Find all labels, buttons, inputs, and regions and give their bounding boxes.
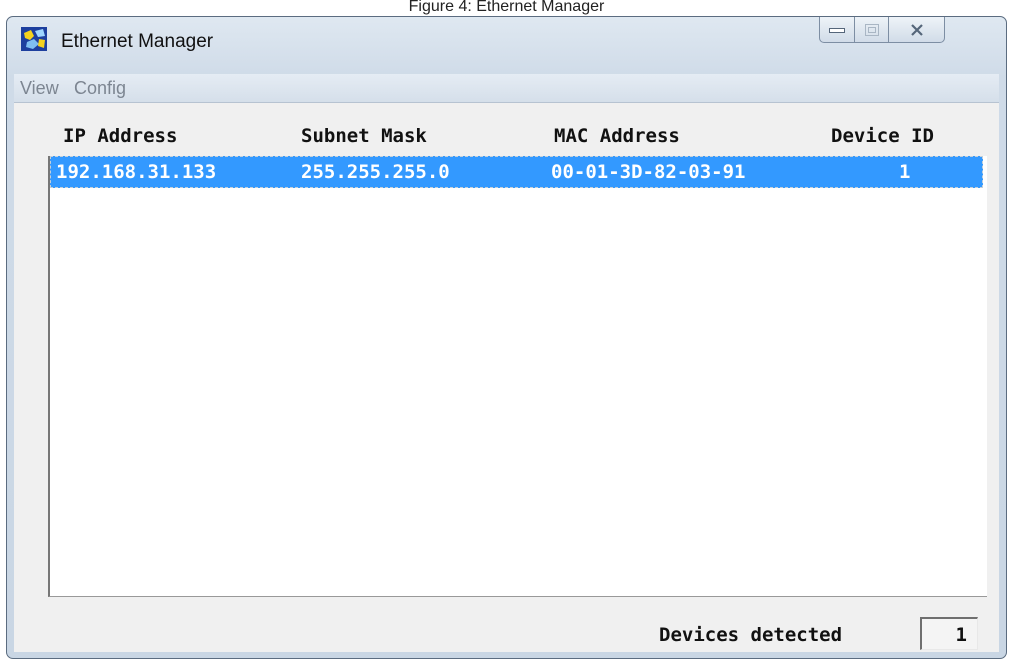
ethernet-manager-icon (21, 27, 47, 51)
device-list[interactable]: 192.168.31.133 255.255.255.0 00-01-3D-82… (48, 156, 987, 597)
devices-detected-value: 1 (955, 624, 967, 646)
menu-config[interactable]: Config (74, 78, 126, 99)
close-button[interactable] (888, 17, 945, 43)
ethernet-manager-window: Ethernet Manager View Config IP Address … (6, 16, 1007, 659)
column-header-mac-address[interactable]: MAC Address (554, 125, 680, 147)
devices-detected-count: 1 (920, 617, 978, 650)
column-header-subnet-mask[interactable]: Subnet Mask (301, 125, 427, 147)
client-area: IP Address Subnet Mask MAC Address Devic… (14, 103, 999, 652)
cell-subnet-mask: 255.255.255.0 (301, 161, 450, 183)
window-title: Ethernet Manager (61, 31, 214, 52)
column-header-device-id[interactable]: Device ID (831, 125, 934, 147)
table-row[interactable]: 192.168.31.133 255.255.255.0 00-01-3D-82… (50, 156, 983, 188)
close-icon (910, 23, 923, 36)
maximize-button[interactable] (854, 17, 889, 43)
minimize-button[interactable] (819, 17, 855, 43)
cell-device-id: 1 (899, 161, 911, 183)
minimize-icon (829, 27, 845, 33)
menu-view[interactable]: View (20, 78, 59, 99)
maximize-icon (864, 23, 879, 36)
title-bar[interactable]: Ethernet Manager (7, 17, 1006, 69)
menu-bar: View Config (14, 74, 999, 103)
column-header-ip-address[interactable]: IP Address (63, 125, 177, 147)
devices-detected-label: Devices detected (659, 624, 843, 646)
cell-mac-address: 00-01-3D-82-03-91 (551, 161, 746, 183)
cell-ip-address: 192.168.31.133 (56, 161, 217, 183)
